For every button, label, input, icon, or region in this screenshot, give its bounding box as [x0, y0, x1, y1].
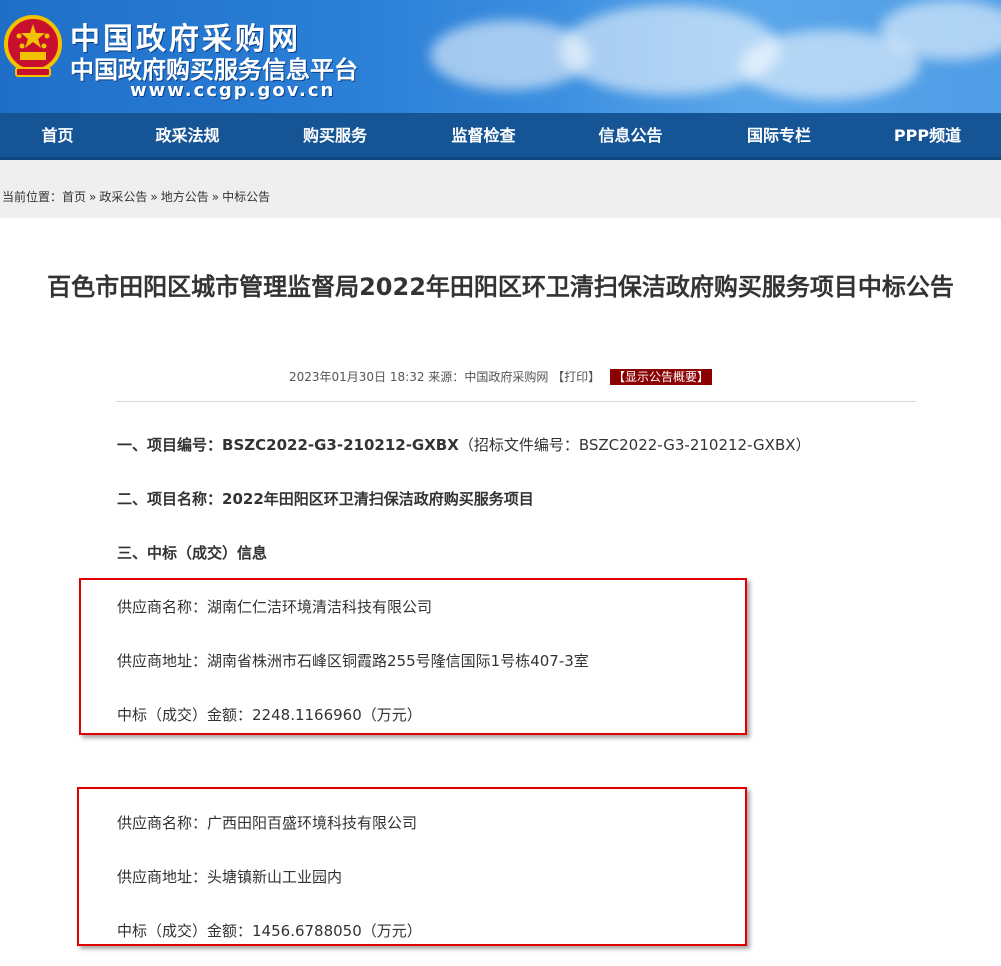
supplier-name-row: 供应商名称：广西田阳百盛环境科技有限公司 — [117, 813, 417, 833]
main-nav: 首页 政采法规 购买服务 监督检查 信息公告 国际专栏 PPP频道 — [0, 113, 1001, 160]
nav-item-ppp[interactable]: PPP频道 — [854, 113, 1001, 158]
source-name: 中国政府采购网 — [464, 370, 549, 384]
supplier-name-label: 供应商名称： — [117, 598, 208, 616]
supplier-address-label: 供应商地址： — [117, 868, 208, 886]
breadcrumb-procurement[interactable]: 政采公告 — [99, 190, 147, 204]
supplier-name-row: 供应商名称：湖南仁仁洁环境清洁科技有限公司 — [117, 597, 432, 617]
project-name-label: 二、项目名称： — [117, 490, 223, 508]
supplier-name-label: 供应商名称： — [117, 814, 208, 832]
award-amount-row: 中标（成交）金额：2248.1166960（万元） — [117, 705, 422, 725]
nav-item-home[interactable]: 首页 — [0, 113, 115, 158]
award-amount-label: 中标（成交）金额： — [117, 922, 253, 940]
supplier-address: 头塘镇新山工业园内 — [207, 868, 343, 886]
breadcrumb-separator: » — [89, 190, 97, 204]
show-summary-button[interactable]: 【显示公告概要】 — [610, 369, 713, 385]
breadcrumb-separator: » — [211, 190, 220, 204]
project-number-value: BSZC2022-G3-210212-GXBX — [222, 436, 459, 454]
supplier-address-row: 供应商地址：头塘镇新山工业园内 — [117, 867, 342, 887]
page-title: 百色市田阳区城市管理监督局2022年田阳区环卫清扫保洁政府购买服务项目中标公告 — [47, 273, 954, 301]
nav-item-supervision[interactable]: 监督检查 — [410, 113, 557, 158]
breadcrumb-prefix: 当前位置： — [2, 190, 63, 204]
award-amount: 1456.6788050（万元） — [252, 922, 422, 940]
award-amount-label: 中标（成交）金额： — [117, 706, 253, 724]
supplier-name: 湖南仁仁洁环境清洁科技有限公司 — [207, 598, 433, 616]
supplier-address-row: 供应商地址：湖南省株洲市石峰区铜霞路255号隆信国际1号栋407-3室 — [117, 651, 589, 671]
print-link[interactable]: 【打印】 — [552, 370, 600, 384]
article-meta: 2023年01月30日 18:32 来源：中国政府采购网 【打印】 【显示公告概… — [0, 369, 1001, 385]
tender-doc-number: （招标文件编号：BSZC2022-G3-210212-GXBX） — [458, 436, 811, 454]
breadcrumb-bar — [0, 160, 1001, 218]
award-amount: 2248.1166960（万元） — [252, 706, 422, 724]
project-number-label: 一、项目编号： — [117, 436, 223, 454]
award-info-heading: 三、中标（成交）信息 — [117, 544, 268, 562]
source-label: 来源： — [428, 370, 465, 384]
breadcrumb-separator: » — [150, 190, 158, 204]
supplier-name: 广西田阳百盛环境科技有限公司 — [207, 814, 418, 832]
project-number-row: 一、项目编号：BSZC2022-G3-210212-GXBX（招标文件编号：BS… — [117, 435, 811, 455]
supplier-address: 湖南省株洲市石峰区铜霞路255号隆信国际1号栋407-3室 — [207, 652, 589, 670]
supplier-address-label: 供应商地址： — [117, 652, 208, 670]
publish-date: 2023年01月30日 18:32 — [288, 370, 425, 384]
divider — [116, 401, 916, 402]
breadcrumb-local[interactable]: 地方公告 — [161, 190, 209, 204]
nav-item-announcements[interactable]: 信息公告 — [557, 113, 704, 158]
award-amount-row: 中标（成交）金额：1456.6788050（万元） — [117, 921, 422, 941]
nav-item-purchase-services[interactable]: 购买服务 — [260, 113, 410, 158]
national-emblem-icon — [4, 15, 62, 77]
nav-item-international[interactable]: 国际专栏 — [704, 113, 854, 158]
nav-item-regulations[interactable]: 政采法规 — [115, 113, 260, 158]
project-name-row: 二、项目名称：2022年田阳区环卫清扫保洁政府购买服务项目 — [117, 489, 534, 509]
breadcrumb-home[interactable]: 首页 — [62, 190, 86, 204]
logo-url: www.ccgp.gov.cn — [130, 80, 336, 101]
project-name-value: 2022年田阳区环卫清扫保洁政府购买服务项目 — [222, 490, 534, 508]
breadcrumb-award[interactable]: 中标公告 — [222, 190, 270, 204]
breadcrumb: 当前位置：首页» 政采公告» 地方公告» 中标公告 — [2, 190, 270, 204]
site-header: 中国政府采购网 中国政府购买服务信息平台 www.ccgp.gov.cn — [0, 0, 1001, 113]
